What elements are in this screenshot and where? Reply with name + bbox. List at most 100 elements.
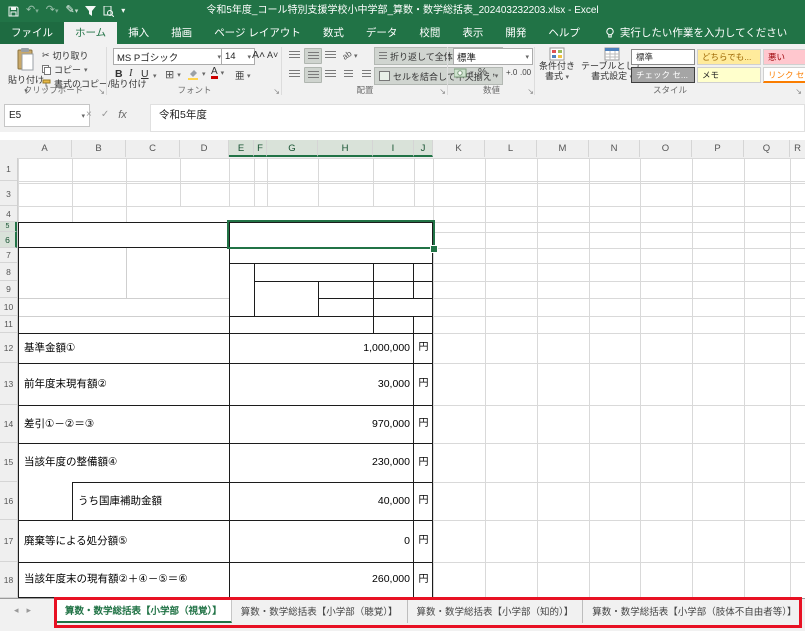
increase-indent-icon[interactable] [358,67,374,81]
ribbon-tab-file[interactable]: ファイル [0,22,64,44]
alignment-group: ab ▾ 折り返して全体を表示する セルを結合して中央揃え▾ 配置 ↘ [282,44,448,98]
filter-icon[interactable] [85,6,96,16]
copy-button[interactable]: コピー▾ [42,63,88,76]
class-count-vertical-label [233,266,251,314]
increase-font-icon[interactable]: A˄ [252,49,265,61]
save-icon[interactable] [8,6,19,17]
decrease-indent-icon[interactable] [340,67,356,81]
children-count-value [373,316,410,333]
wrap-text-icon [379,52,387,61]
ribbon-tab-3[interactable]: 描画 [160,22,203,44]
number-dialog-launcher[interactable]: ↘ [527,87,534,96]
undo-icon[interactable]: ↶▾ [26,0,39,23]
row-label: 当該年度の整備額④ [24,443,117,482]
align-left-icon[interactable] [286,67,302,81]
ribbon-tab-7[interactable]: 校閲 [408,22,451,44]
enter-icon[interactable]: ✓ [101,109,109,120]
font-dialog-launcher[interactable]: ↘ [273,87,280,96]
font-family-select[interactable]: MS Pゴシック▾ [113,48,225,65]
orientation-icon[interactable]: ab [340,48,353,62]
ribbon-tab-9[interactable]: 開発 [494,22,537,44]
insert-function-icon[interactable]: fx [118,109,127,121]
disability-type-label [318,298,373,316]
cell-style-note[interactable]: メモ [697,67,761,83]
row-unit: 円 [414,405,433,443]
phonetic-dropdown-icon[interactable]: ▾ [247,72,251,80]
ribbon-tab-8[interactable]: 表示 [451,22,494,44]
cell-style-check[interactable]: チェック セ... [631,67,695,83]
cell-styles-gallery: 標準どちらでも...悪いチェック セ...メモリンク セル [631,49,805,83]
underline-dropdown-icon[interactable]: ▾ [153,72,157,80]
font-size-select[interactable]: 14▾ [221,48,255,65]
percent-style-icon[interactable]: % [478,67,487,78]
name-box[interactable]: E5▾ [4,104,90,127]
decrease-decimal-icon[interactable]: .00 [520,68,531,77]
cell-style-normal[interactable]: 標準 [631,49,695,65]
table-border [72,482,73,520]
table-border [18,562,433,563]
special-class-count-label [318,281,373,298]
sheet-tab-active[interactable]: 算数・数学総括表【小学部（視覚）】 [55,599,232,623]
ribbon-tab-10[interactable]: ヘルプ [537,22,591,44]
increase-decimal-icon[interactable]: +.0 [506,68,517,77]
row-label: 当該年度末の現有額②＋④－⑤＝⑥ [24,562,188,597]
row-unit: 円 [414,520,433,562]
merge-cells-icon [379,71,390,81]
sheet-tab-1[interactable]: 算数・数学総括表【小学部（聴覚）】 [232,599,408,623]
grades-1to6-label [254,263,373,281]
alignment-group-label: 配置 [282,84,448,96]
ribbon-tab-home-active[interactable]: ホーム [64,22,117,44]
comma-style-icon[interactable]: , [492,64,495,78]
phonetic-guide-icon[interactable]: 亜 [235,68,245,82]
ribbon-tab-4[interactable]: ページ レイアウト [203,22,312,44]
italic-button[interactable]: I [129,68,133,79]
sheet-nav-arrows[interactable]: ◂▸ [14,605,39,616]
table-border [413,316,414,597]
cancel-icon[interactable]: × [86,109,92,120]
alignment-dialog-launcher[interactable]: ↘ [439,87,446,96]
cell-style-neutral[interactable]: どちらでも... [697,49,761,65]
bold-button[interactable]: B [115,68,123,80]
align-top-icon[interactable] [286,48,302,62]
tell-me-box[interactable]: 実行したい作業を入力してください [591,22,787,44]
underline-button[interactable]: U [141,68,149,80]
sheet-tab-bar: ◂▸ 算数・数学総括表【小学部（視覚）】算数・数学総括表【小学部（聴覚）】算数・… [0,598,805,631]
orientation-dropdown-icon[interactable]: ▾ [354,52,358,60]
gridline [692,158,693,598]
grid[interactable]: 基準金額①1,000,000円前年度末現有額②30,000円差引①－②＝③970… [0,132,805,598]
align-right-icon[interactable] [322,67,338,81]
currency-format-icon[interactable]: ▾ [454,68,474,78]
fill-color-icon[interactable]: ▾ [187,68,206,80]
print-preview-icon[interactable] [103,6,114,17]
font-group: MS Pゴシック▾ 14▾ A˄ A˅ B I U ▾ ⊞▾ ▾ A▾ 亜 ▾ … [107,44,282,98]
cut-button[interactable]: ✂切り取り [42,49,89,62]
selection-fill-handle[interactable] [430,245,438,253]
sheet-tab-3[interactable]: 算数・数学総括表【小学部（肢体不自由者等）】 [583,599,805,623]
sheet-tab-2[interactable]: 算数・数学総括表【小学部（知的）】 [408,599,584,623]
special-class-label [254,283,318,315]
font-color-icon[interactable]: A▾ [211,67,224,79]
touch-mode-icon[interactable]: ✎▾ [65,0,78,23]
ribbon-tab-5[interactable]: 数式 [312,22,355,44]
number-format-select[interactable]: 標準▾ [453,48,533,65]
align-bottom-icon[interactable] [322,48,338,62]
formula-input[interactable]: 令和5年度 [150,104,805,132]
conditional-formatting-button[interactable]: 条件付き書式 ▾ [539,47,575,83]
redo-icon[interactable]: ↷▾ [46,0,59,23]
decrease-font-icon[interactable]: A˅ [267,50,278,60]
ribbon-tab-2[interactable]: 挿入 [117,22,160,44]
customize-qat-icon[interactable]: ▾ [121,0,125,22]
clipboard-dialog-launcher[interactable]: ↘ [98,87,105,96]
scissors-icon: ✂ [42,50,50,61]
table-border [229,316,433,317]
row-value: 0 [229,520,410,562]
special-class-count-value [373,281,410,298]
align-center-icon[interactable] [304,67,322,83]
ribbon-tab-6[interactable]: データ [355,22,409,44]
cell-style-bad[interactable]: 悪い [763,49,805,65]
align-middle-icon[interactable] [304,48,322,64]
cell-style-linked[interactable]: リンク セル [763,67,805,83]
children-count-label [229,316,373,333]
borders-icon[interactable]: ⊞▾ [165,68,181,81]
styles-dialog-launcher[interactable]: ↘ [795,87,802,96]
